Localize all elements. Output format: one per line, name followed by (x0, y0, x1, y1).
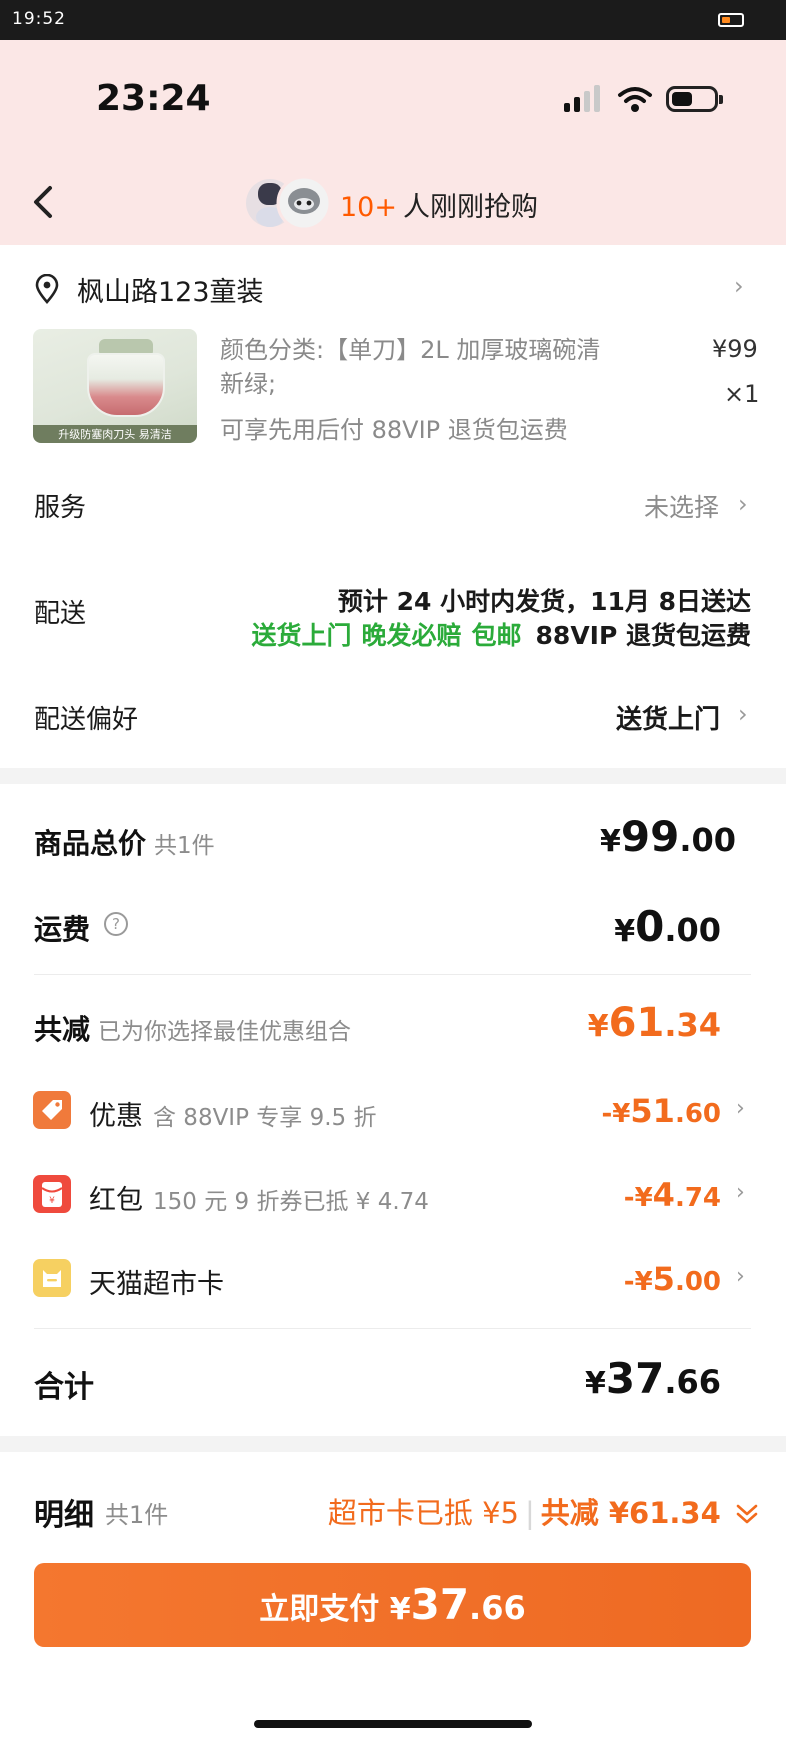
total-discount-title: 共减 (34, 1013, 91, 1046)
home-indicator[interactable] (254, 1720, 532, 1728)
divider (34, 1328, 751, 1329)
delivery-tag-free-shipping: 包邮 (471, 621, 522, 650)
back-arrow-icon[interactable] (30, 182, 58, 222)
location-pin-icon (35, 274, 59, 304)
shipping-fee-label: 运费 (34, 913, 91, 946)
discount-line-supermarket-card[interactable]: 天猫超市卡 (89, 1262, 224, 1301)
buyers-label: 人刚刚抢购 (402, 192, 538, 223)
wifi-icon (618, 87, 652, 112)
goods-count: 共1件 (154, 833, 215, 859)
buyer-avatars (246, 175, 332, 231)
delivery-tags: 送货上门 晚发必赔 包邮 88VIP 退货包运费 (200, 616, 751, 652)
detail-count: 共1件 (105, 1501, 169, 1529)
recent-buyers-text: 10+ 人刚刚抢购 (340, 185, 538, 224)
delivery-preference-label: 配送偏好 (34, 705, 139, 735)
red-envelope-amount: -¥4.74 (623, 1176, 721, 1214)
discount-line-coupon[interactable]: 优惠含 88VIP 专享 9.5 折 (89, 1094, 376, 1133)
system-battery-icon (718, 13, 744, 27)
discount-line-red-envelope[interactable]: 红包 150 元 9 折券已抵 ¥ 4.74 (89, 1178, 429, 1217)
product-perks: 可享先用后付 88VIP 退货包运费 (220, 416, 568, 444)
address-chevron-right-icon[interactable]: › (734, 272, 744, 300)
goods-total-title: 商品总价 (34, 827, 147, 860)
red-envelope-note: 150 元 9 折券已抵 ¥ 4.74 (153, 1189, 429, 1215)
product-unit-price: ¥99 (712, 335, 758, 363)
red-envelope-icon: ¥ (33, 1175, 71, 1213)
shipping-fee-price: ¥0.00 (614, 902, 721, 951)
product-quantity: ×1 (724, 380, 760, 408)
card-used-text: 超市卡已抵 ¥5 (327, 1496, 519, 1530)
goods-total-label: 商品总价 共1件 (34, 822, 215, 862)
product-spec: 颜色分类:【单刀】2L 加厚玻璃碗清新绿; (220, 336, 601, 398)
supermarket-card-chevron-right-icon[interactable]: › (736, 1264, 745, 1289)
shipping-address[interactable]: 枫山路123童装 (77, 270, 264, 309)
total-discount-label: 共减 已为你选择最佳优惠组合 (34, 1008, 351, 1048)
red-envelope-chevron-right-icon[interactable]: › (736, 1180, 745, 1205)
coupon-chevron-right-icon[interactable]: › (736, 1096, 745, 1121)
section-divider (0, 768, 786, 784)
phone-time: 23:24 (96, 78, 211, 119)
total-reduce-text: 共减 ¥61.34 (540, 1496, 721, 1530)
delivery-tag-late-compensation: 晚发必赔 (361, 621, 462, 650)
service-value[interactable]: 未选择 (644, 488, 719, 524)
supermarket-card-label: 天猫超市卡 (89, 1269, 224, 1300)
service-label: 服务 (34, 493, 87, 523)
cellular-signal-icon (564, 85, 600, 112)
pay-now-label: 立即支付 ¥ (259, 1592, 411, 1627)
phone-battery-icon (666, 86, 723, 112)
service-chevron-right-icon[interactable]: › (738, 490, 748, 518)
help-question-icon[interactable]: ? (104, 912, 128, 936)
system-time: 19:52 (12, 9, 66, 29)
delivery-preference-value[interactable]: 送货上门 (616, 699, 720, 736)
pay-now-button[interactable]: 立即支付 ¥37.66 (34, 1563, 751, 1647)
detail-summary[interactable]: 超市卡已抵 ¥5 | 共减 ¥61.34 (320, 1490, 760, 1532)
pay-amount-int: 37 (410, 1580, 470, 1629)
product-thumbnail[interactable]: 升级防塞肉刀头 易清洁 (33, 329, 197, 443)
supermarket-card-amount: -¥5.00 (623, 1260, 721, 1298)
supermarket-card-icon (33, 1259, 71, 1297)
total-discount-note: 已为你选择最佳优惠组合 (98, 1019, 352, 1045)
page-header: 23:24 10+ 人刚刚抢购 (0, 40, 786, 245)
coupon-label: 优惠 (89, 1101, 143, 1132)
preference-chevron-right-icon[interactable]: › (738, 700, 748, 728)
svg-text:¥: ¥ (49, 1196, 55, 1206)
divider (34, 974, 751, 975)
delivery-tag-door: 送货上门 (251, 621, 352, 650)
goods-total-price: ¥99.00 (600, 812, 737, 861)
detail-label[interactable]: 明细 (34, 1490, 94, 1534)
delivery-tag-vip-return: 88VIP 退货包运费 (535, 621, 751, 650)
delivery-label: 配送 (34, 599, 87, 629)
coupon-amount: -¥51.60 (601, 1092, 721, 1130)
expand-chevron-down-icon[interactable] (734, 1503, 760, 1525)
coupon-note: 含 88VIP 专享 9.5 折 (153, 1105, 377, 1131)
total-discount-amount: ¥61.34 (587, 1000, 721, 1046)
pay-amount-dec: .66 (469, 1589, 526, 1627)
grand-total-price: ¥37.66 (584, 1354, 721, 1403)
section-divider (0, 1436, 786, 1452)
grand-total-label: 合计 (34, 1370, 94, 1405)
delivery-eta: 预计 24 小时内发货，11月 8日送达 (337, 587, 751, 616)
system-status-bar: 19:52 (0, 0, 786, 40)
buyers-count: 10+ (340, 192, 397, 223)
thumbnail-caption: 升级防塞肉刀头 易清洁 (58, 428, 172, 441)
red-envelope-label: 红包 (89, 1185, 143, 1216)
coupon-tag-icon (33, 1091, 71, 1129)
